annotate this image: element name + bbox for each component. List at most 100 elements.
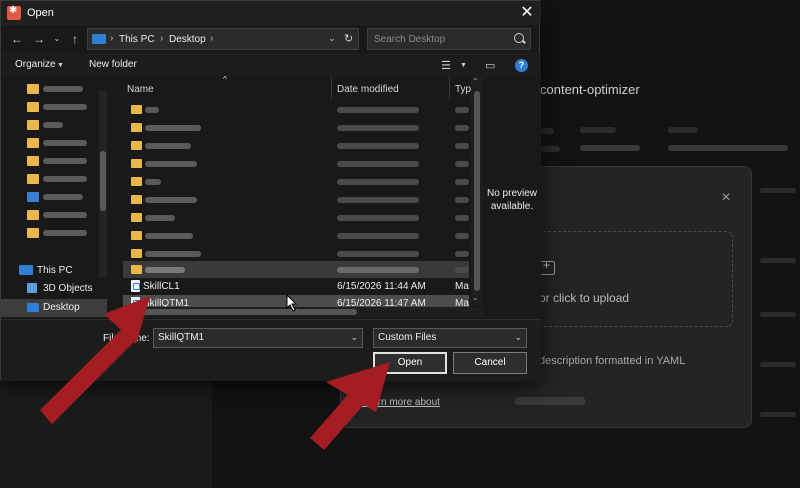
scrollbar-thumb[interactable] [100, 151, 106, 211]
nav-scrollbar[interactable] [99, 91, 107, 277]
folder-row[interactable] [123, 173, 469, 190]
upload-icon [539, 258, 555, 275]
folder-row[interactable] [123, 101, 469, 118]
file-list-scrollbar[interactable]: ⌃ ⌄ [471, 77, 483, 305]
nav-folder[interactable] [21, 99, 95, 115]
nav-folder[interactable] [21, 135, 95, 151]
scrollbar-thumb[interactable] [121, 309, 357, 315]
app-icon [7, 5, 21, 20]
command-toolbar: Organize ▼ New folder ☰ ▼ ▭ ? [1, 53, 541, 77]
refresh-icon[interactable]: ↻ [344, 32, 353, 45]
column-divider[interactable] [449, 77, 450, 99]
mouse-cursor-icon [286, 294, 298, 312]
folder-row[interactable] [123, 137, 469, 154]
document-icon [131, 280, 140, 292]
blurred-label [43, 104, 87, 110]
preview-pane-icon[interactable]: ▭ [485, 59, 495, 72]
cancel-button[interactable]: Cancel [453, 352, 527, 374]
nav-folder[interactable] [21, 171, 95, 187]
column-header-name[interactable]: Name [127, 84, 154, 95]
chevron-right-icon[interactable]: › [160, 33, 163, 44]
nav-3d-objects[interactable]: 3D Objects [43, 283, 92, 294]
nav-folder[interactable] [21, 81, 95, 97]
breadcrumb-this-pc[interactable]: This PC [119, 34, 155, 45]
breadcrumb-desktop[interactable]: Desktop [169, 34, 206, 45]
folder-icon [131, 231, 142, 240]
nav-folder[interactable] [21, 153, 95, 169]
chevron-down-icon[interactable]: ▼ [57, 62, 64, 69]
blurred-name [145, 197, 197, 203]
cube-icon [27, 283, 37, 293]
close-icon[interactable]: ✕ [517, 3, 537, 23]
blurred-text [760, 412, 796, 417]
chevron-down-icon[interactable]: ⌄ [350, 332, 358, 343]
up-arrow-icon[interactable]: ↑ [67, 32, 83, 46]
file-name-field[interactable]: SkillQTM1 ⌄ [153, 328, 363, 348]
folder-row[interactable] [123, 191, 469, 208]
blurred-date [337, 161, 419, 167]
search-input[interactable]: Search Desktop [374, 34, 445, 45]
help-icon[interactable]: ? [515, 59, 528, 72]
file-type-select[interactable]: Custom Files ⌄ [373, 328, 527, 348]
close-icon[interactable]: × [719, 190, 733, 206]
horizontal-scrollbar[interactable] [115, 307, 483, 317]
blurred-name [145, 107, 159, 113]
preview-line: available. [490, 201, 534, 212]
dialog-titlebar[interactable]: Open ✕ [1, 1, 541, 25]
blurred-label [43, 230, 87, 236]
search-box[interactable]: Search Desktop [367, 28, 531, 50]
chevron-right-icon[interactable]: › [110, 33, 113, 44]
organize-button[interactable]: Organize [15, 59, 56, 70]
blurred-link[interactable] [515, 397, 585, 405]
scrollbar-thumb[interactable] [474, 91, 480, 291]
nav-folder[interactable] [21, 225, 95, 241]
new-folder-button[interactable]: New folder [89, 59, 137, 70]
search-icon[interactable] [514, 33, 524, 43]
scroll-down-icon[interactable]: ⌄ [472, 293, 479, 302]
file-row[interactable]: SkillCL1 6/15/2026 11:44 AM Ma [123, 278, 469, 295]
blurred-date [337, 197, 419, 203]
forward-arrow-icon[interactable]: → [31, 32, 47, 46]
nav-folder[interactable] [21, 189, 95, 205]
nav-folder[interactable] [21, 207, 95, 223]
blurred-name [145, 179, 161, 185]
folder-row[interactable] [123, 261, 469, 278]
preview-line: No preview [486, 188, 538, 199]
folder-row[interactable] [123, 227, 469, 244]
recent-chevron-icon[interactable]: ⌄ [49, 32, 65, 46]
file-name: SkillCL1 [143, 281, 180, 292]
chevron-down-icon[interactable]: ▼ [460, 62, 467, 69]
file-name-value[interactable]: SkillQTM1 [158, 332, 204, 343]
scroll-up-icon[interactable]: ⌃ [472, 77, 479, 86]
folder-icon [131, 213, 142, 222]
modal-hint: description formatted in YAML [539, 355, 686, 367]
nav-desktop[interactable]: Desktop [43, 302, 80, 313]
chevron-down-icon[interactable]: ⌄ [328, 33, 336, 44]
folder-row[interactable] [123, 245, 469, 262]
chevron-right-icon[interactable]: › [210, 33, 213, 44]
column-divider[interactable] [331, 77, 332, 99]
address-bar[interactable]: › This PC › Desktop › ⌄ ↻ [87, 28, 359, 50]
back-arrow-icon[interactable]: ← [9, 32, 25, 46]
blurred-type [455, 215, 469, 221]
file-date: 6/15/2026 11:44 AM [337, 281, 426, 292]
folder-row[interactable] [123, 119, 469, 136]
open-button[interactable]: Open [373, 352, 447, 374]
folder-icon [131, 141, 142, 150]
file-name-label: File name: [103, 333, 150, 344]
preview-message: No preview available. [483, 187, 541, 213]
blurred-type [455, 143, 469, 149]
folder-row[interactable] [123, 155, 469, 172]
blurred-name [145, 251, 201, 257]
view-options-icon[interactable]: ☰ [441, 59, 451, 72]
folder-icon [27, 228, 39, 238]
learn-more-link[interactable]: Learn more about [361, 397, 440, 408]
blurred-text [540, 146, 560, 152]
column-header-type[interactable]: Typ [455, 84, 471, 95]
nav-this-pc[interactable]: This PC [37, 265, 73, 276]
folder-row[interactable] [123, 209, 469, 226]
column-header-date[interactable]: Date modified [337, 84, 399, 95]
blurred-type [455, 179, 469, 185]
chevron-down-icon[interactable]: ⌄ [514, 332, 522, 343]
nav-folder[interactable] [21, 117, 95, 133]
